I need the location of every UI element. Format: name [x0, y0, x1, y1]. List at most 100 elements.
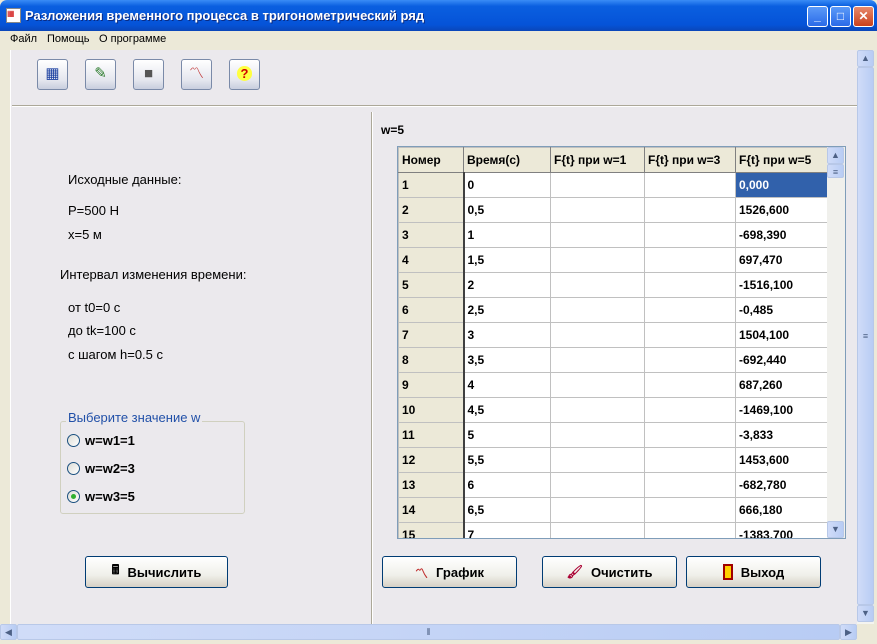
window-vertical-scrollbar[interactable]: ▲ ≡ ▼	[857, 50, 874, 624]
grid-cell[interactable]: 13	[398, 472, 465, 498]
grid-cell[interactable]: 6	[463, 472, 551, 498]
grid-cell[interactable]	[550, 372, 645, 398]
grid-cell[interactable]: 2	[463, 272, 551, 298]
grid-cell[interactable]	[644, 372, 736, 398]
grid-cell[interactable]	[550, 347, 645, 373]
menu-help[interactable]: Помощь	[47, 33, 90, 45]
grid-cell[interactable]: 7	[398, 322, 465, 348]
scroll-down-icon[interactable]: ▼	[857, 605, 874, 622]
grid-cell[interactable]: 4,5	[463, 397, 551, 423]
grid-cell[interactable]: 666,180	[735, 497, 829, 523]
grid-cell[interactable]: 14	[398, 497, 465, 523]
grid-cell[interactable]: -698,390	[735, 222, 829, 248]
grid-cell[interactable]	[550, 397, 645, 423]
grid-cell[interactable]	[550, 272, 645, 298]
column-header[interactable]: F{t} при w=5	[735, 147, 829, 173]
grid-cell[interactable]	[644, 247, 736, 273]
grid-cell[interactable]: 4	[463, 372, 551, 398]
grid-cell[interactable]: 6,5	[463, 497, 551, 523]
radio-w2-label[interactable]: w=w2=3	[85, 461, 135, 476]
window-horizontal-scrollbar[interactable]: ◀ ⦀ ▶	[0, 624, 857, 640]
grid-cell[interactable]: -1469,100	[735, 397, 829, 423]
minimize-button[interactable]: _	[807, 6, 828, 27]
radio-w3[interactable]	[67, 490, 80, 503]
results-grid[interactable]: Номер Время(c) F{t} при w=1 F{t} при w=3 F{t…	[397, 146, 846, 539]
menu-file[interactable]: Файл	[10, 33, 37, 45]
grid-cell[interactable]: 5	[463, 422, 551, 448]
exit-button[interactable]: Выход	[686, 556, 821, 588]
grid-cell[interactable]	[644, 197, 736, 223]
grid-cell[interactable]	[550, 322, 645, 348]
camera-button[interactable]: ■	[133, 59, 164, 90]
grid-cell[interactable]: 9	[398, 372, 465, 398]
grid-cell[interactable]	[644, 397, 736, 423]
grid-cell[interactable]: -1516,100	[735, 272, 829, 298]
radio-w2[interactable]	[67, 462, 80, 475]
grid-cell[interactable]: 1,5	[463, 247, 551, 273]
grid-cell[interactable]: 1	[463, 222, 551, 248]
column-header[interactable]: Время(c)	[463, 147, 551, 173]
grid-cell[interactable]: 1453,600	[735, 447, 829, 473]
grid-cell[interactable]: 1	[398, 172, 465, 198]
scroll-thumb[interactable]: ⦀	[17, 624, 840, 640]
grid-cell[interactable]	[550, 522, 645, 538]
grid-cell[interactable]: 3	[398, 222, 465, 248]
grid-cell[interactable]: 5	[398, 272, 465, 298]
grid-cell[interactable]	[550, 472, 645, 498]
scroll-up-icon[interactable]: ▲	[857, 50, 874, 67]
grid-cell[interactable]	[550, 222, 645, 248]
scroll-thumb[interactable]: ≡	[857, 67, 874, 605]
grid-cell[interactable]: -1383,700	[735, 522, 829, 538]
grid-cell[interactable]: 687,260	[735, 372, 829, 398]
menu-about[interactable]: О программе	[99, 33, 166, 45]
grid-cell[interactable]: 1526,600	[735, 197, 829, 223]
grid-cell[interactable]: 0,000	[735, 172, 829, 198]
edit-button[interactable]: ✎	[85, 59, 116, 90]
grid-cell[interactable]: -3,833	[735, 422, 829, 448]
grid-cell[interactable]: 0,5	[463, 197, 551, 223]
scroll-down-icon[interactable]: ▼	[827, 521, 844, 538]
scroll-left-icon[interactable]: ◀	[0, 624, 17, 640]
grid-cell[interactable]	[644, 222, 736, 248]
grid-cell[interactable]: -692,440	[735, 347, 829, 373]
radio-w3-label[interactable]: w=w3=5	[85, 489, 135, 504]
grid-cell[interactable]	[550, 297, 645, 323]
scroll-up-icon[interactable]: ▲	[827, 147, 844, 164]
grid-cell[interactable]	[644, 172, 736, 198]
grid-cell[interactable]: 2	[398, 197, 465, 223]
grid-cell[interactable]: 0	[463, 172, 551, 198]
grid-cell[interactable]	[644, 472, 736, 498]
grid-scrollbar[interactable]: ▲ ≡ ▼	[827, 147, 845, 538]
column-header[interactable]: Номер	[398, 147, 464, 173]
grid-cell[interactable]	[644, 447, 736, 473]
grid-cell[interactable]: 5,5	[463, 447, 551, 473]
help-button[interactable]: ?	[229, 59, 260, 90]
grid-cell[interactable]: -682,780	[735, 472, 829, 498]
grid-cell[interactable]: 7	[463, 522, 551, 538]
grid-cell[interactable]: 697,470	[735, 247, 829, 273]
grid-cell[interactable]	[550, 172, 645, 198]
grid-cell[interactable]	[550, 197, 645, 223]
grid-cell[interactable]	[644, 322, 736, 348]
scroll-thumb[interactable]: ≡	[827, 164, 844, 178]
grid-cell[interactable]: 12	[398, 447, 465, 473]
radio-w1[interactable]	[67, 434, 80, 447]
maximize-button[interactable]: □	[830, 6, 851, 27]
grid-cell[interactable]	[644, 347, 736, 373]
grid-cell[interactable]: 3,5	[463, 347, 551, 373]
grid-cell[interactable]: -0,485	[735, 297, 829, 323]
grid-cell[interactable]	[550, 422, 645, 448]
chart-plot-button[interactable]: 〽 График	[382, 556, 517, 588]
grid-cell[interactable]: 15	[398, 522, 465, 538]
grid-cell[interactable]: 4	[398, 247, 465, 273]
clear-button[interactable]: 🖌 Очистить	[542, 556, 677, 588]
close-button[interactable]: ✕	[853, 6, 874, 27]
scroll-right-icon[interactable]: ▶	[840, 624, 857, 640]
grid-cell[interactable]	[644, 272, 736, 298]
column-header[interactable]: F{t} при w=1	[550, 147, 645, 173]
grid-cell[interactable]: 3	[463, 322, 551, 348]
chart-button[interactable]: 〽	[181, 59, 212, 90]
grid-cell[interactable]	[550, 247, 645, 273]
grid-cell[interactable]: 8	[398, 347, 465, 373]
grid-cell[interactable]: 6	[398, 297, 465, 323]
